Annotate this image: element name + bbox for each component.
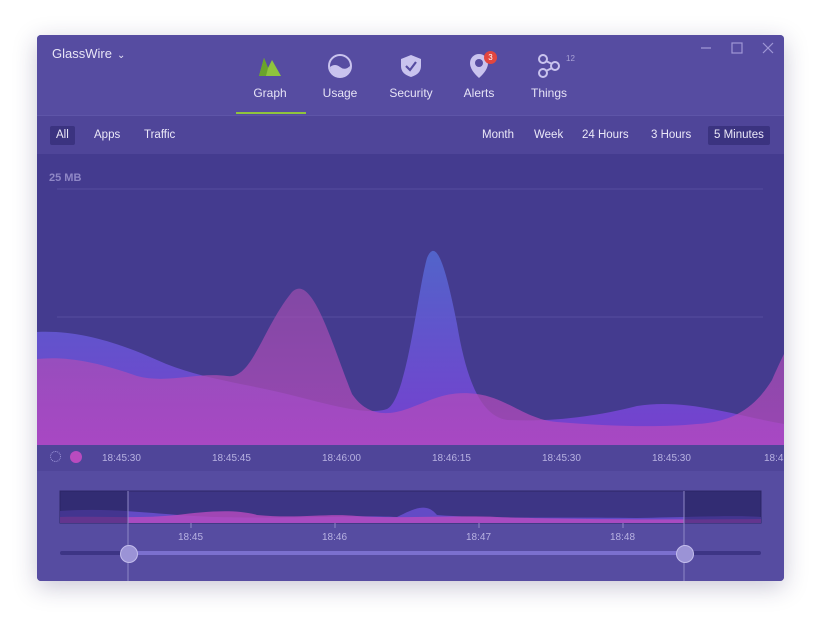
traffic-graph[interactable]: 25 MB bbox=[37, 154, 784, 445]
active-tab-indicator bbox=[236, 112, 306, 114]
time-tick: 18:4 bbox=[764, 453, 784, 464]
overview-mask-left bbox=[60, 491, 128, 523]
range-month[interactable]: Month bbox=[476, 126, 520, 145]
maximize-icon bbox=[731, 42, 743, 54]
time-tick: 18:45:45 bbox=[212, 453, 251, 464]
minimize-icon bbox=[701, 47, 711, 49]
shield-icon bbox=[376, 49, 446, 83]
incoming-legend-icon[interactable] bbox=[50, 451, 61, 462]
app-title: GlassWire bbox=[52, 46, 112, 61]
range-24-hours[interactable]: 24 Hours bbox=[576, 126, 635, 145]
overview-canvas bbox=[59, 490, 762, 581]
overview-tick-label: 18:46 bbox=[322, 532, 348, 543]
usage-icon bbox=[305, 49, 375, 83]
range-5-minutes[interactable]: 5 Minutes bbox=[708, 126, 770, 145]
outgoing-legend-icon[interactable] bbox=[70, 451, 82, 463]
tab-alerts[interactable]: 3 Alerts bbox=[444, 49, 514, 111]
range-week[interactable]: Week bbox=[528, 126, 569, 145]
timeline-overview[interactable]: 18:45 18:46 18:47 18:48 bbox=[37, 471, 784, 581]
filter-apps[interactable]: Apps bbox=[88, 126, 126, 145]
filter-bar: All Apps Traffic Month Week 24 Hours 3 H… bbox=[37, 115, 784, 154]
app-window: GlassWire ⌄ Graph Usage Security 3 Alert… bbox=[37, 35, 784, 581]
time-tick: 18:46:00 bbox=[322, 453, 361, 464]
overview-tick-label: 18:47 bbox=[466, 532, 492, 543]
time-tick: 18:45:30 bbox=[652, 453, 691, 464]
overview-mask-right bbox=[684, 491, 761, 523]
time-tick: 18:46:15 bbox=[432, 453, 471, 464]
time-tick: 18:45:30 bbox=[542, 453, 581, 464]
time-axis: 18:45:30 18:45:45 18:46:00 18:46:15 18:4… bbox=[37, 445, 784, 471]
header: GlassWire ⌄ Graph Usage Security 3 Alert… bbox=[37, 35, 784, 115]
maximize-button[interactable] bbox=[730, 41, 744, 55]
minimize-button[interactable] bbox=[699, 41, 713, 55]
tab-alerts-label: Alerts bbox=[463, 86, 495, 100]
chevron-down-icon: ⌄ bbox=[116, 50, 126, 61]
filter-all[interactable]: All bbox=[50, 126, 75, 145]
filter-traffic[interactable]: Traffic bbox=[138, 126, 181, 145]
time-tick: 18:45:30 bbox=[102, 453, 141, 464]
app-menu[interactable]: GlassWire ⌄ bbox=[52, 46, 125, 61]
close-icon bbox=[762, 42, 774, 54]
alerts-icon bbox=[444, 49, 514, 83]
close-button[interactable] bbox=[761, 41, 775, 55]
graph-icon bbox=[235, 49, 305, 83]
slider-range bbox=[128, 551, 684, 555]
tab-security[interactable]: Security bbox=[376, 49, 446, 111]
tab-usage[interactable]: Usage bbox=[305, 49, 375, 111]
traffic-graph-canvas bbox=[37, 188, 784, 445]
overview-tick-label: 18:45 bbox=[178, 532, 204, 543]
range-end-handle[interactable] bbox=[676, 545, 694, 563]
range-3-hours[interactable]: 3 Hours bbox=[645, 126, 697, 145]
range-start-handle[interactable] bbox=[120, 545, 138, 563]
tab-graph-label: Graph bbox=[253, 86, 287, 100]
overview-tick-label: 18:48 bbox=[610, 532, 636, 543]
scale-label: 25 MB bbox=[49, 172, 82, 184]
things-count: 12 bbox=[566, 54, 575, 63]
tab-things-label: Things bbox=[530, 86, 568, 100]
tab-graph[interactable]: Graph bbox=[235, 49, 305, 111]
tab-usage-label: Usage bbox=[322, 86, 358, 100]
tab-security-label: Security bbox=[389, 86, 433, 100]
alerts-badge: 3 bbox=[484, 51, 497, 64]
